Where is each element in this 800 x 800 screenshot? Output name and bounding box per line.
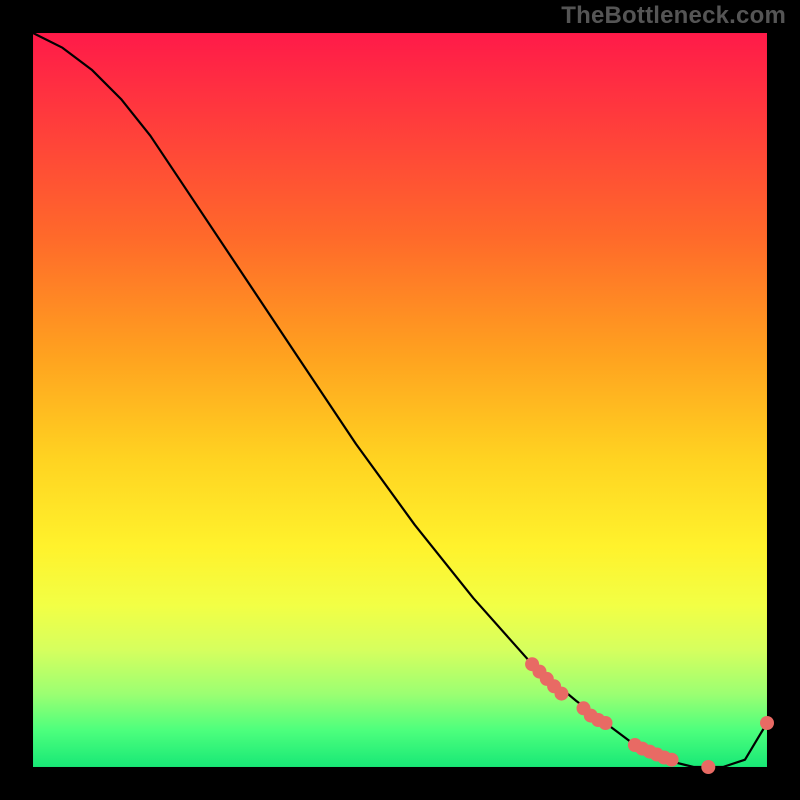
data-point-marker [599, 716, 613, 730]
plot-area [33, 33, 767, 767]
data-point-marker [760, 716, 774, 730]
chart-svg [33, 33, 767, 767]
series-line [33, 33, 767, 767]
chart-frame: TheBottleneck.com [0, 0, 800, 800]
data-point-marker [555, 687, 569, 701]
watermark-text: TheBottleneck.com [561, 2, 786, 30]
series-markers [525, 657, 774, 774]
data-point-marker [701, 760, 715, 774]
data-point-marker [665, 753, 679, 767]
